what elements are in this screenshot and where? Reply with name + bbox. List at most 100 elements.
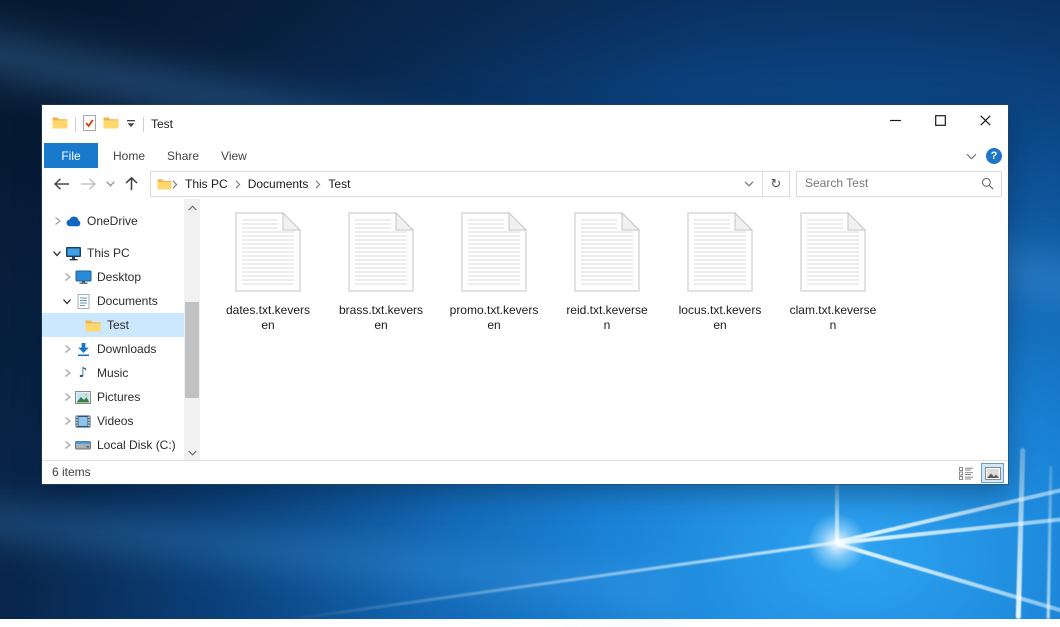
- maximize-button[interactable]: [918, 105, 963, 135]
- status-bar: 6 items: [42, 460, 1008, 484]
- sidebar-item-label: Music: [97, 366, 128, 380]
- disk-icon: [74, 439, 92, 451]
- search-input[interactable]: [797, 172, 975, 194]
- tab-share[interactable]: Share: [156, 143, 210, 168]
- back-button[interactable]: [48, 171, 75, 197]
- breadcrumb: This PC Documents Test: [151, 177, 736, 191]
- checked-page-icon[interactable]: [83, 115, 96, 134]
- tree-expanded-chevron-icon[interactable]: [50, 249, 64, 258]
- file-name: clam.txt.keversen: [790, 303, 877, 333]
- search-icon[interactable]: [981, 177, 994, 193]
- sidebar-item-this-pc[interactable]: This PC: [42, 241, 184, 265]
- scroll-up-icon[interactable]: [184, 199, 200, 216]
- file-tile[interactable]: brass.txt.keversen: [329, 212, 433, 333]
- tree-collapsed-chevron-icon[interactable]: [60, 344, 74, 354]
- scrollbar-thumb[interactable]: [185, 302, 199, 398]
- tree-collapsed-chevron-icon[interactable]: [60, 368, 74, 378]
- sidebar-item-desktop[interactable]: Desktop: [42, 265, 184, 289]
- window-content: OneDrive This PCDesktopDocumentsTest Downl…: [42, 199, 1008, 461]
- window-controls: [873, 105, 1008, 135]
- view-switcher: [955, 463, 1004, 483]
- file-name-line: brass.txt.kevers: [339, 303, 423, 318]
- file-name-line: reid.txt.keverse: [566, 303, 647, 318]
- file-name-line: promo.txt.kevers: [450, 303, 539, 318]
- ribbon-right-controls: ?: [966, 143, 1002, 168]
- file-tile[interactable]: promo.txt.keversen: [442, 212, 546, 333]
- tree-collapsed-chevron-icon[interactable]: [60, 392, 74, 402]
- tree-collapsed-chevron-icon[interactable]: [60, 416, 74, 426]
- file-tile[interactable]: locus.txt.keversen: [668, 212, 772, 333]
- sidebar-item-documents[interactable]: Documents: [42, 289, 184, 313]
- file-name: dates.txt.keversen: [226, 303, 310, 333]
- tab-label: View: [221, 149, 247, 163]
- details-view-icon[interactable]: [955, 463, 978, 483]
- address-bar[interactable]: This PC Documents Test ↻: [150, 171, 790, 197]
- close-button[interactable]: [963, 105, 1008, 135]
- title-bar[interactable]: Test: [42, 105, 1008, 143]
- breadcrumb-item[interactable]: Documents: [241, 177, 316, 191]
- sidebar-scrollbar[interactable]: [184, 199, 200, 461]
- large-icons-view-icon[interactable]: [981, 463, 1004, 483]
- sidebar-item-onedrive[interactable]: OneDrive: [42, 209, 184, 233]
- file-name-line: dates.txt.kevers: [226, 303, 310, 318]
- sidebar-item-test[interactable]: Test: [42, 313, 184, 337]
- file-name-line: n: [566, 318, 647, 333]
- sidebar-item-label: Pictures: [97, 390, 140, 404]
- light-beam: [837, 542, 1060, 614]
- desktop-icon: [74, 270, 92, 284]
- folder-icon[interactable]: [52, 116, 68, 132]
- file-list-area[interactable]: dates.txt.keversenbrass.txt.keversenprom…: [200, 199, 1008, 461]
- file-tile[interactable]: clam.txt.keversen: [781, 212, 885, 333]
- text-file-icon: [235, 212, 301, 295]
- navigation-pane: OneDrive This PCDesktopDocumentsTest Downl…: [42, 199, 184, 461]
- tree-collapsed-chevron-icon[interactable]: [50, 216, 64, 226]
- recent-locations-chevron-icon[interactable]: [102, 171, 118, 197]
- sidebar-item-music[interactable]: ♪ Music: [42, 361, 184, 385]
- refresh-icon[interactable]: ↻: [762, 172, 789, 196]
- tab-file[interactable]: File: [44, 143, 98, 168]
- onedrive-icon: [64, 216, 82, 227]
- sidebar-item-pictures[interactable]: Pictures: [42, 385, 184, 409]
- sidebar-item-label: Videos: [97, 414, 133, 428]
- navigation-bar: This PC Documents Test ↻: [42, 168, 1008, 200]
- tree-collapsed-chevron-icon[interactable]: [60, 272, 74, 282]
- up-button[interactable]: [118, 171, 145, 197]
- tree-collapsed-chevron-icon[interactable]: [60, 440, 74, 450]
- forward-button[interactable]: [75, 171, 102, 197]
- file-name: promo.txt.keversen: [450, 303, 539, 333]
- chevron-down-icon[interactable]: [966, 149, 977, 163]
- folder-icon[interactable]: [103, 116, 119, 132]
- customize-quick-access-caret-icon[interactable]: [126, 117, 136, 131]
- file-tile[interactable]: dates.txt.keversen: [216, 212, 320, 333]
- file-name-line: en: [339, 318, 423, 333]
- folder-icon[interactable]: [157, 178, 172, 190]
- sidebar-item-label: Downloads: [97, 342, 156, 356]
- explorer-window: Test FileHome Share View ?: [42, 105, 1008, 484]
- files-grid: dates.txt.keversenbrass.txt.keversenprom…: [216, 212, 885, 333]
- file-name-line: en: [450, 318, 539, 333]
- light-beam: [1047, 466, 1053, 619]
- file-name: reid.txt.keversen: [566, 303, 647, 333]
- music-icon: ♪: [74, 366, 92, 380]
- thispc-icon: [64, 246, 82, 261]
- tree-expanded-chevron-icon[interactable]: [60, 297, 74, 306]
- minimize-button[interactable]: [873, 105, 918, 135]
- light-beam: [837, 516, 1060, 544]
- tab-label: Share: [167, 149, 199, 163]
- file-tile[interactable]: reid.txt.keversen: [555, 212, 659, 333]
- address-dropdown-chevron-icon[interactable]: [736, 172, 762, 196]
- tab-home[interactable]: Home: [102, 143, 156, 168]
- downloads-icon: [74, 342, 92, 357]
- sidebar-item-local-disk-c[interactable]: Local Disk (C:): [42, 433, 184, 457]
- window-title: Test: [151, 117, 173, 131]
- tab-view[interactable]: View: [210, 143, 258, 168]
- breadcrumb-item[interactable]: This PC: [178, 177, 235, 191]
- sidebar-item-downloads[interactable]: Downloads: [42, 337, 184, 361]
- nav-buttons: [48, 168, 145, 199]
- light-beam-glow: [807, 513, 867, 573]
- breadcrumb-item[interactable]: Test: [321, 177, 357, 191]
- scroll-down-icon[interactable]: [184, 444, 200, 461]
- file-name-line: en: [679, 318, 762, 333]
- sidebar-item-videos[interactable]: Videos: [42, 409, 184, 433]
- help-icon[interactable]: ?: [986, 148, 1002, 164]
